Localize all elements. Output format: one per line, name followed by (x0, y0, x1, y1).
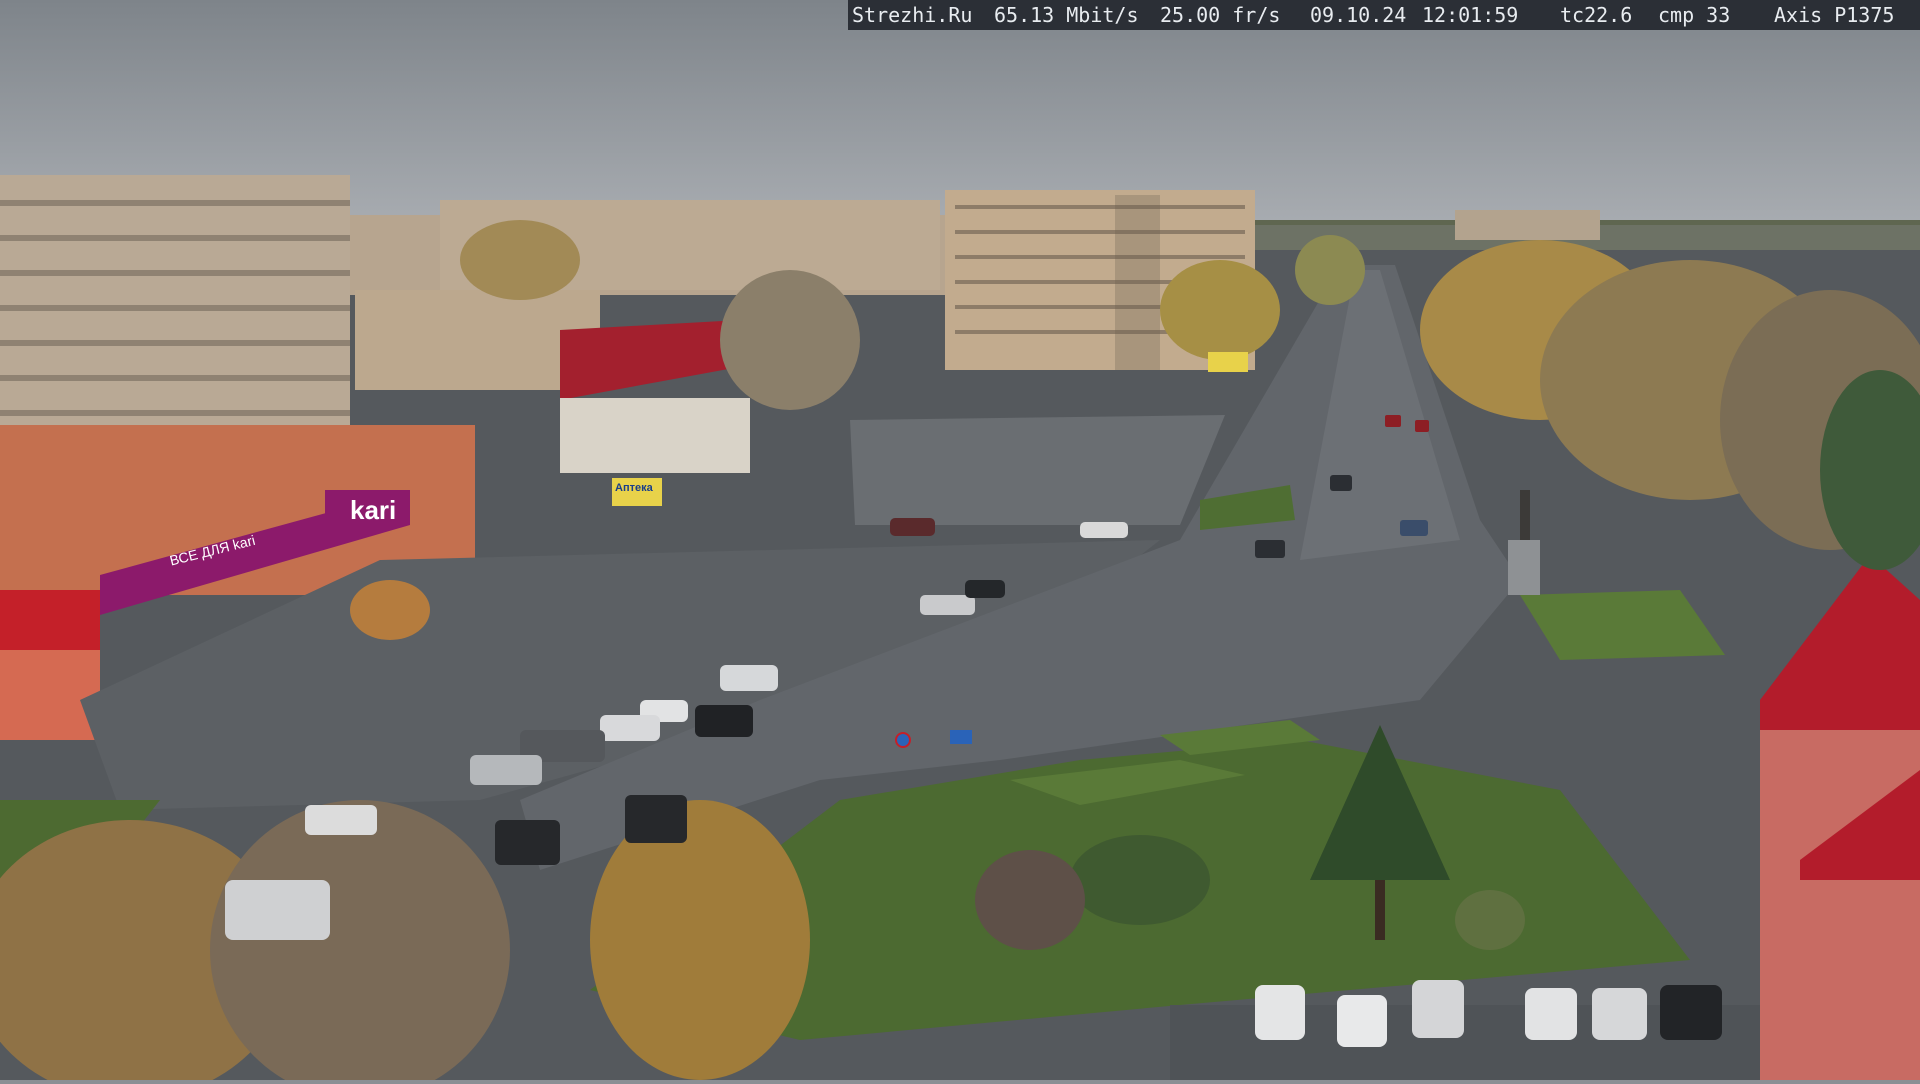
city-street-view (0, 0, 1920, 1084)
parking-lot (850, 415, 1225, 525)
monument (1508, 540, 1540, 595)
date: 09.10.24 (1310, 3, 1407, 27)
camera-model: Axis P1375 (1774, 3, 1895, 27)
camera-info-overlay: Strezhi.Ru 65.13 Mbit/s 25.00 fr/s 09.10… (848, 0, 1920, 30)
apartment-block-right-far (1455, 210, 1600, 240)
pink-tower (1760, 730, 1920, 1080)
framerate: 25.00 fr/s (1160, 3, 1281, 27)
webcam-scene: kari ВСЕ ДЛЯ kari Аптека (0, 0, 1920, 1084)
time: 12:01:59 (1422, 3, 1519, 27)
pharmacy-sign: Аптека (615, 482, 653, 494)
cmp-value: cmp 33 (1658, 3, 1731, 27)
road-sign-blue (950, 730, 972, 744)
bitrate: 65.13 Mbit/s (994, 3, 1139, 27)
tc-value: tc22.6 (1560, 3, 1633, 27)
site-name: Strezhi.Ru (852, 3, 973, 27)
no-parking-sign (895, 732, 911, 748)
kari-store-sign: kari (350, 495, 397, 525)
